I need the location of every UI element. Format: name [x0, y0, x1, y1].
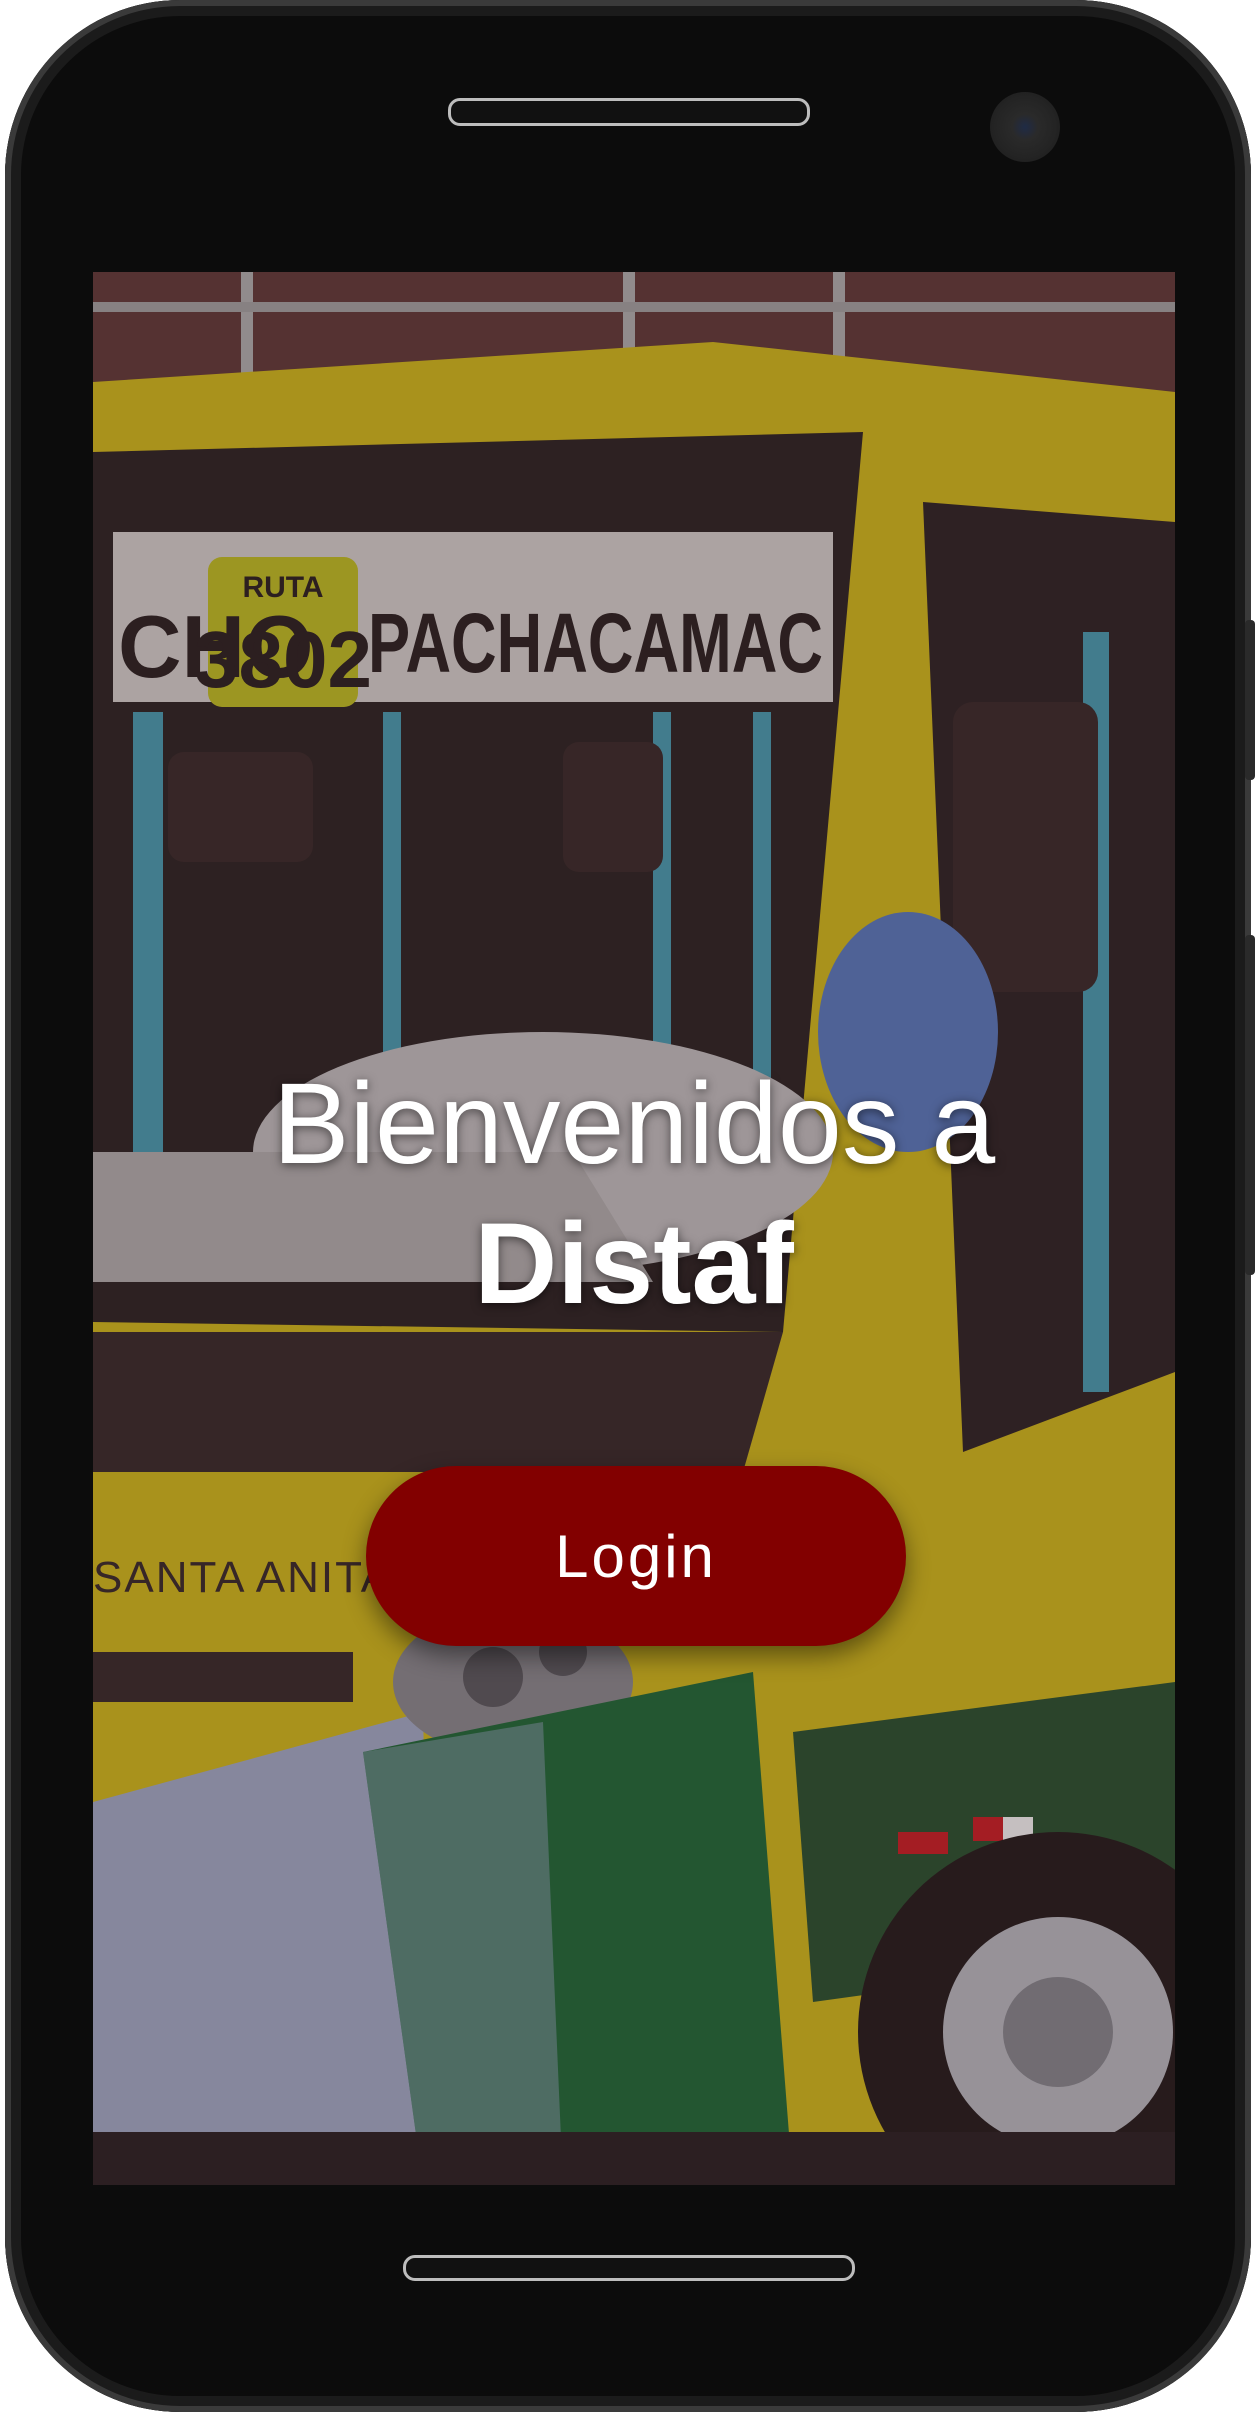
app-name-title: Distaf: [474, 1200, 794, 1328]
earpiece-speaker: [448, 98, 810, 126]
power-button: [1245, 935, 1255, 1275]
app-screen: CHO RUTA 3802 PACHACAMAC SANTA ANITA Bie…: [93, 272, 1175, 2185]
phone-frame: CHO RUTA 3802 PACHACAMAC SANTA ANITA Bie…: [5, 0, 1255, 2412]
welcome-title: Bienvenidos a: [272, 1060, 996, 1188]
front-camera-icon: [990, 92, 1060, 162]
login-button[interactable]: Login: [366, 1466, 906, 1646]
bottom-speaker: [403, 2255, 855, 2281]
volume-button: [1245, 620, 1255, 780]
